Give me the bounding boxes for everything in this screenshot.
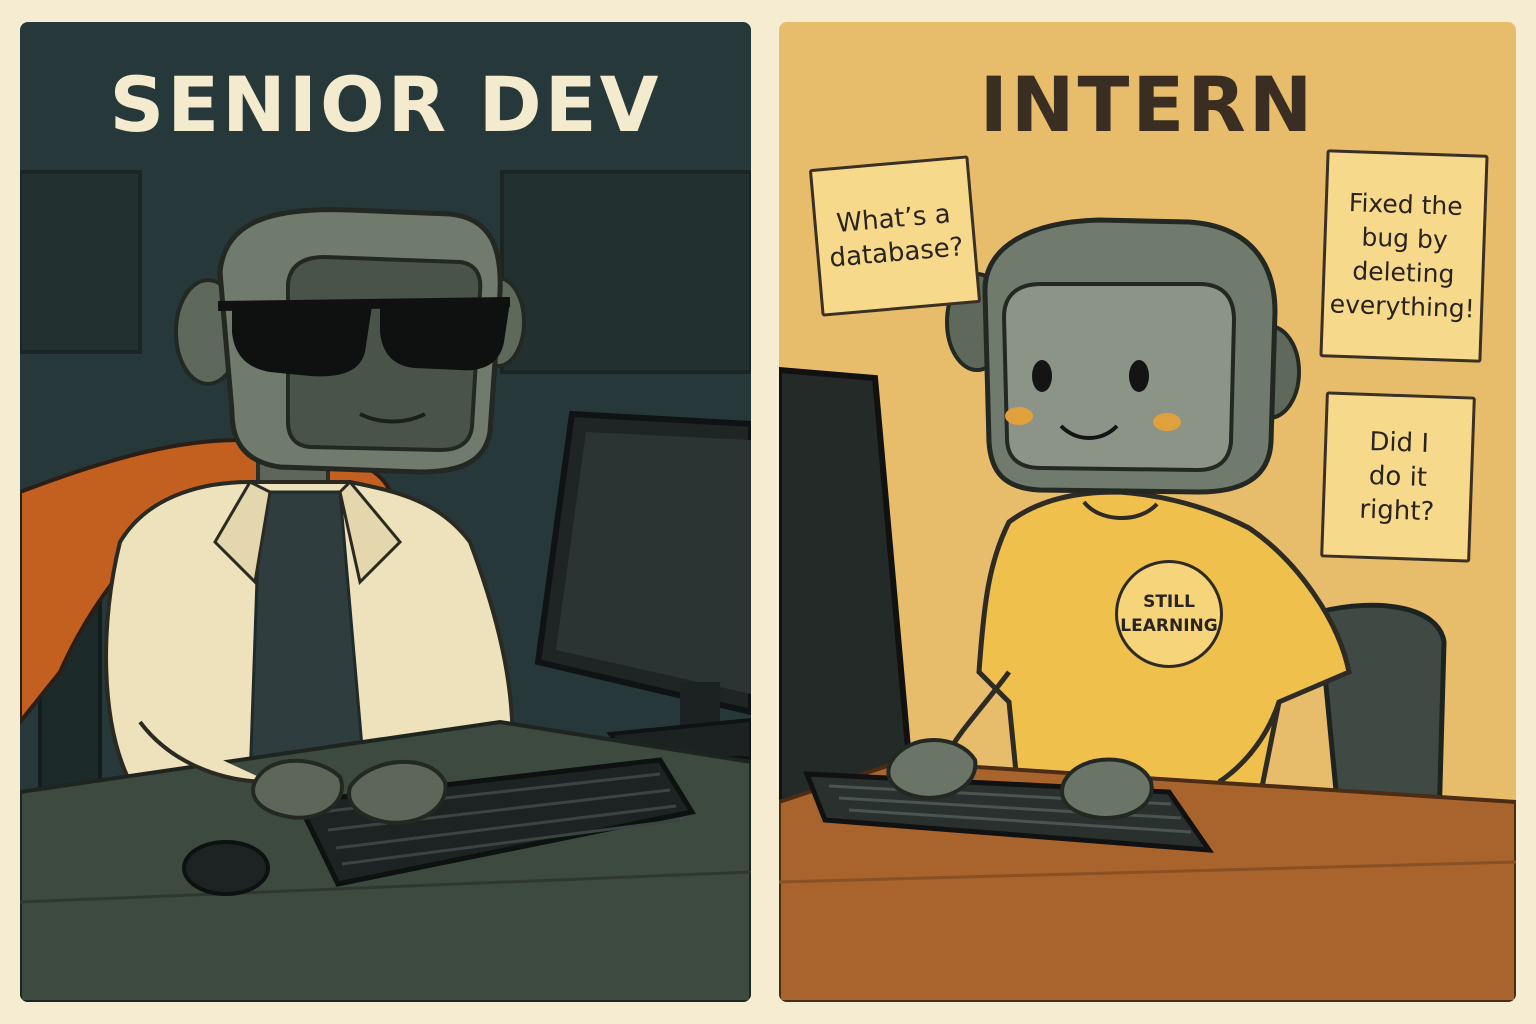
background-monitor-right	[500, 170, 751, 374]
intern-title: INTERN	[979, 60, 1316, 149]
sticky-note-fixed-bug: Fixed the bug by deleting everything!	[1319, 149, 1489, 363]
robot-cheek-left	[1005, 407, 1033, 425]
sticky-note-did-i-do-it-right: Did I do it right?	[1320, 391, 1476, 563]
robot-eye-right	[1129, 360, 1149, 392]
robot-eye-left	[1032, 360, 1052, 392]
background-monitor-left	[20, 170, 142, 354]
robot-cheek-right	[1153, 413, 1181, 431]
robot-hand-left	[251, 758, 344, 820]
monitor-icon	[534, 410, 751, 760]
robot-hand-right	[1060, 757, 1154, 820]
robot-hand-left	[886, 738, 978, 800]
senior-dev-title: SENIOR DEV	[109, 60, 662, 149]
sticky-note-database: What’s a database?	[808, 155, 982, 317]
intern-panel: INTERN What’s a database? Fixed the bug …	[779, 22, 1516, 1002]
mouse-icon	[182, 840, 270, 896]
senior-dev-illustration	[20, 170, 751, 1002]
senior-dev-panel: SENIOR DEV	[20, 22, 751, 1002]
still-learning-badge: STILL LEARNING	[1115, 560, 1223, 668]
arm-left	[946, 670, 1011, 754]
